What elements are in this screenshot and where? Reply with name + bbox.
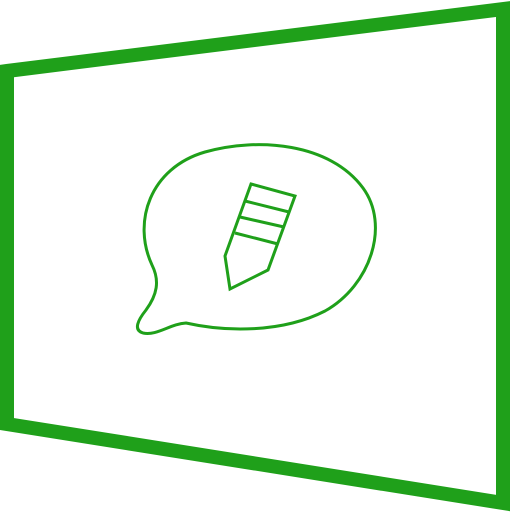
- pencil-band-top-icon: [244, 199, 290, 214]
- app-icon-graphic: [0, 1, 510, 512]
- window-frame-icon: [0, 1, 510, 512]
- feedback-app-icon: [0, 0, 512, 512]
- pencil-band-middle-icon: [239, 215, 285, 229]
- pencil-band-bottom-icon: [234, 231, 279, 246]
- pencil-body-icon: [223, 182, 297, 292]
- pencil-icon: [223, 182, 297, 292]
